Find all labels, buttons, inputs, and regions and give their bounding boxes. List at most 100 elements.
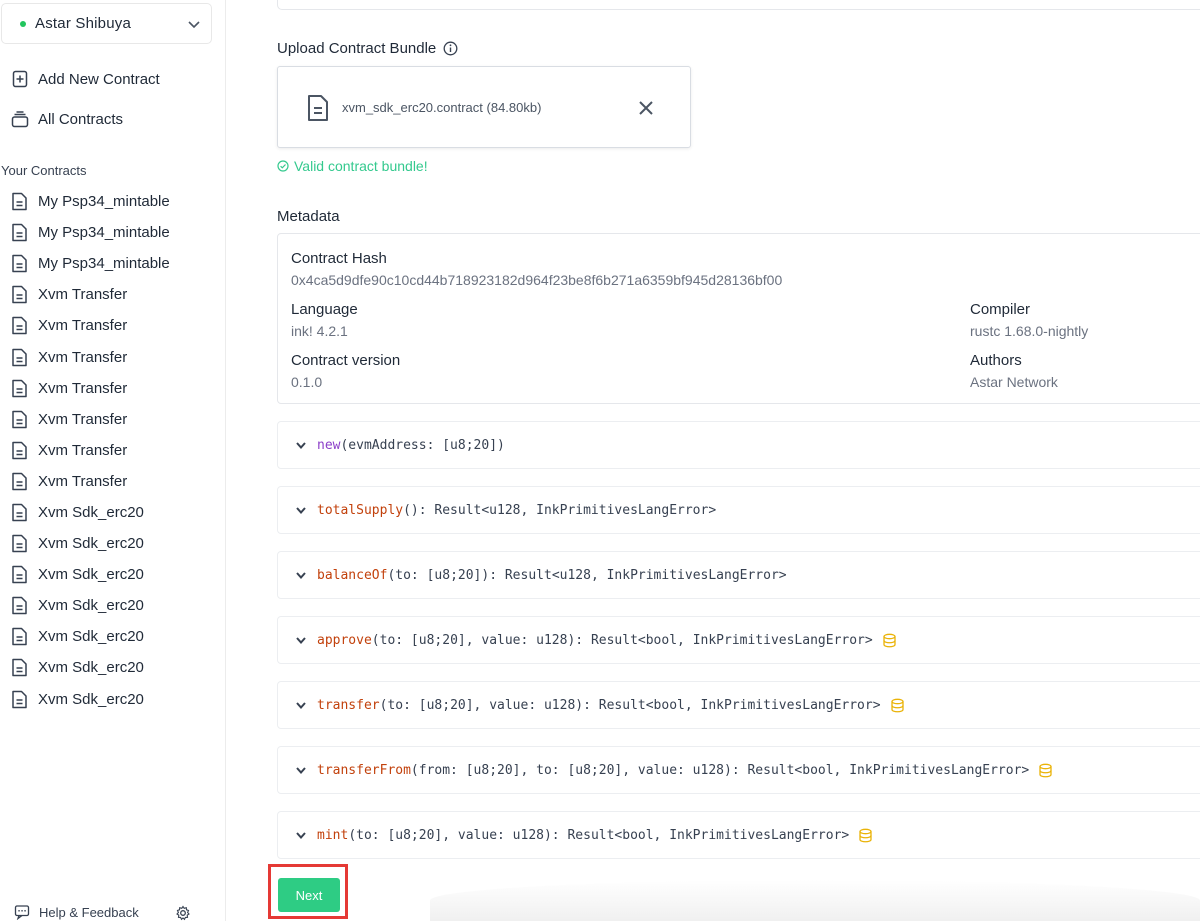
contract-item[interactable]: Xvm Transfer [11,341,170,372]
uploaded-file-card: xvm_sdk_erc20.contract (84.80kb) [277,66,691,148]
contract-item-label: Xvm Sdk_erc20 [38,628,144,646]
nav-all-contracts[interactable]: All Contracts [11,110,123,128]
document-icon [12,286,27,304]
contract-item-label: Xvm Sdk_erc20 [38,535,144,553]
authors-label: Authors [970,352,1022,369]
document-icon [12,690,27,708]
network-status-dot [20,20,26,27]
contract-item[interactable]: Xvm Sdk_erc20 [11,590,170,621]
message-signature: approve(to: [u8;20], value: u128): Resul… [317,633,873,648]
help-feedback-link[interactable]: Help & Feedback [14,904,139,920]
compiler-value: rustc 1.68.0-nightly [970,323,1089,339]
contract-item-label: Xvm Transfer [38,410,128,428]
info-icon[interactable] [443,41,458,56]
contract-item[interactable]: Xvm Sdk_erc20 [11,559,170,590]
message-name: new [317,437,341,453]
message-name: approve [317,632,372,648]
metadata-heading: Metadata [277,208,340,225]
gear-icon[interactable] [175,905,191,921]
contract-item-label: Xvm Transfer [38,441,128,459]
message-signature: transfer(to: [u8;20], value: u128): Resu… [317,698,881,713]
contract-item[interactable]: My Psp34_mintable [11,217,170,248]
contract-item-label: My Psp34_mintable [38,255,170,273]
message-row-transfer[interactable]: transfer(to: [u8;20], value: u128): Resu… [277,681,1200,729]
contract-hash-value: 0x4ca5d9dfe90c10cd44b718923182d964f23be8… [291,272,783,288]
message-row-mint[interactable]: mint(to: [u8;20], value: u128): Result<b… [277,811,1200,859]
nav-label: Add New Contract [38,70,160,88]
document-icon [12,628,27,646]
document-icon [12,348,27,366]
message-name: transfer [317,697,380,713]
file-name: xvm_sdk_erc20.contract (84.80kb) [342,100,542,115]
contract-item-label: Xvm Sdk_erc20 [38,597,144,615]
message-row-approve[interactable]: approve(to: [u8;20], value: u128): Resul… [277,616,1200,664]
bottom-shadow [430,880,1200,921]
chevron-down-icon [296,507,306,515]
message-params: (evmAddress: [u8;20]) [340,437,505,453]
compiler-label: Compiler [970,301,1031,318]
contract-item[interactable]: Xvm Sdk_erc20 [11,652,170,683]
contract-item[interactable]: Xvm Sdk_erc20 [11,684,170,715]
contract-item[interactable]: Xvm Sdk_erc20 [11,497,170,528]
coins-icon [890,698,904,712]
help-feedback-label: Help & Feedback [39,904,139,920]
message-signature: totalSupply(): Result<u128, InkPrimitive… [317,503,716,518]
chevron-down-icon [188,21,200,29]
coins-icon [883,633,896,647]
document-icon [12,441,27,460]
network-selector[interactable]: Astar Shibuya [1,3,212,44]
validation-message: Valid contract bundle! [277,158,428,174]
chevron-down-icon [296,832,306,840]
contract-item[interactable]: My Psp34_mintable [11,186,170,217]
message-row-totalSupply[interactable]: totalSupply(): Result<u128, InkPrimitive… [277,486,1200,534]
message-row-balanceOf[interactable]: balanceOf(to: [u8;20]): Result<u128, Ink… [277,551,1200,599]
contract-list: My Psp34_mintable My Psp34_mintable My Psp… [11,186,170,715]
add-file-icon [12,70,28,88]
message-row-transferFrom[interactable]: transferFrom(from: [u8;20], to: [u8;20],… [277,746,1200,794]
next-button[interactable]: Next [278,878,340,912]
language-value: ink! 4.2.1 [291,323,348,339]
document-icon [12,565,27,584]
chat-icon [14,905,30,920]
chevron-down-icon [296,637,306,645]
message-params: (from: [u8;20], to: [u8;20], value: u128… [410,762,1030,778]
message-name: balanceOf [317,567,388,583]
contract-item[interactable]: Xvm Transfer [11,435,170,466]
contract-item-label: Xvm Transfer [38,472,128,490]
contract-item[interactable]: Xvm Transfer [11,404,170,435]
contract-item-label: My Psp34_mintable [38,193,170,211]
contract-item[interactable]: My Psp34_mintable [11,248,170,279]
upload-bundle-label: Upload Contract Bundle [277,40,437,57]
message-signature: new(evmAddress: [u8;20]) [317,438,505,453]
chevron-down-icon [296,442,306,450]
network-name: Astar Shibuya [35,15,131,32]
contract-item[interactable]: Xvm Sdk_erc20 [11,528,170,559]
document-icon [12,659,27,677]
previous-section-box [277,0,1200,10]
contract-hash-label: Contract Hash [291,250,387,267]
contract-item[interactable]: Xvm Sdk_erc20 [11,621,170,652]
nav-add-new-contract[interactable]: Add New Contract [11,70,160,88]
message-params: (to: [u8;20], value: u128): Result<bool,… [379,697,881,713]
contract-version-value: 0.1.0 [291,374,323,390]
document-icon [12,534,27,553]
message-signature: mint(to: [u8;20], value: u128): Result<b… [317,828,849,843]
contract-item[interactable]: Xvm Transfer [11,279,170,310]
document-icon [12,254,27,273]
message-row-new[interactable]: new(evmAddress: [u8;20]) [277,421,1200,469]
coins-icon [1039,763,1052,777]
upload-bundle-heading: Upload Contract Bundle [277,40,458,57]
contract-item[interactable]: Xvm Transfer [11,466,170,497]
your-contracts-heading: Your Contracts [1,163,87,178]
contract-item-label: Xvm Sdk_erc20 [38,690,144,708]
check-circle-icon [277,160,289,172]
close-icon[interactable] [636,98,656,118]
language-label: Language [291,301,358,318]
metadata-panel: Contract Hash 0x4ca5d9dfe90c10cd44b71892… [277,233,1200,404]
contract-item[interactable]: Xvm Transfer [11,373,170,404]
chevron-down-icon [296,767,306,775]
contract-item-label: Xvm Transfer [38,317,128,335]
validation-text: Valid contract bundle! [294,158,428,174]
contract-item[interactable]: Xvm Transfer [11,310,170,341]
message-params: (to: [u8;20], value: u128): Result<bool,… [348,827,850,843]
